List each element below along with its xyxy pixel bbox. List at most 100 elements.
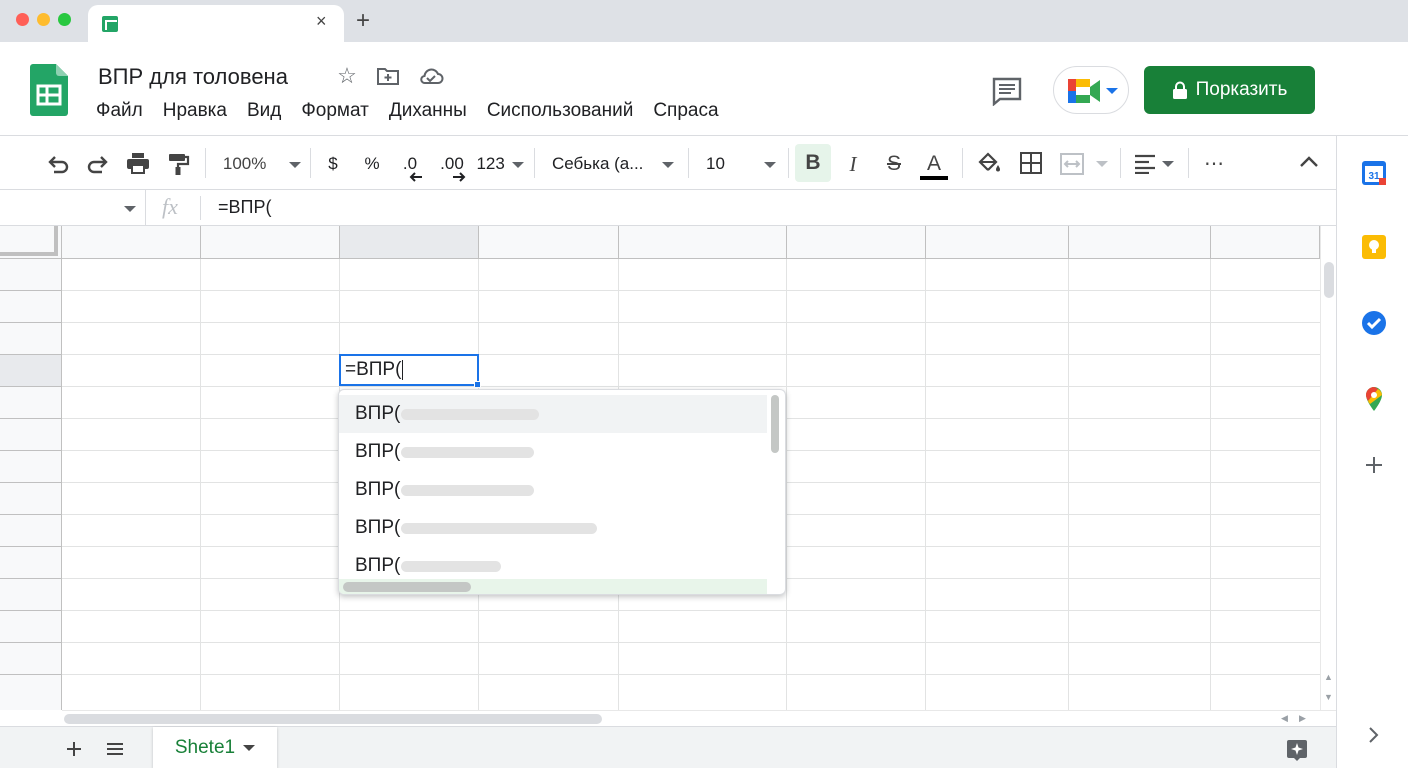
row-header[interactable] [0,611,62,643]
increase-decimal-button[interactable]: .00 [436,150,468,182]
suggestion-label: ВПР( [355,441,401,462]
add-sheet-icon[interactable] [66,741,82,757]
tab-close-icon[interactable]: × [316,11,327,32]
menu-format[interactable]: Формат [301,100,369,122]
row-header[interactable] [0,547,62,579]
sheets-favicon-icon [102,16,118,32]
menu-edit[interactable]: Нравка [163,100,227,122]
explore-icon[interactable] [1286,739,1308,761]
meet-button[interactable] [1053,66,1129,114]
name-box[interactable] [0,190,146,226]
merge-cells-button[interactable] [1060,150,1112,178]
window-minimize-button[interactable] [37,13,50,26]
menu-view[interactable]: Вид [247,100,281,122]
active-cell[interactable]: =ВПР( [339,354,479,386]
column-header[interactable] [201,226,340,259]
comments-icon[interactable] [990,76,1024,106]
more-options-button[interactable]: ⋯ [1200,150,1228,178]
calendar-icon[interactable]: 31 [1361,160,1387,186]
star-icon[interactable]: ☆ [335,64,359,88]
row-header[interactable] [0,579,62,611]
row-header[interactable] [0,675,62,710]
dropdown-vscroll-thumb[interactable] [771,395,779,453]
document-title[interactable]: ВПР для толовена [98,64,288,90]
font-family-select[interactable]: Себька (а... [552,150,678,178]
column-header[interactable] [1211,226,1320,259]
maps-icon[interactable] [1361,386,1387,412]
row-header[interactable] [0,483,62,515]
column-header[interactable] [62,226,201,259]
column-header[interactable] [1069,226,1211,259]
collapse-chevron-up-icon[interactable] [1298,154,1320,170]
row-header-selected[interactable] [0,355,62,387]
strikethrough-button[interactable]: S [881,150,907,178]
row-header[interactable] [0,515,62,547]
align-select[interactable] [1134,150,1178,178]
row-header[interactable] [0,451,62,483]
fill-color-icon[interactable] [976,151,1002,175]
column-header[interactable] [479,226,619,259]
sheets-logo-icon[interactable] [30,64,68,116]
fill-handle[interactable] [474,381,481,388]
cloud-saved-icon[interactable] [418,64,444,88]
font-size-select[interactable]: 10 [706,150,782,178]
menu-help[interactable]: Спраса [653,100,718,122]
chevron-down-icon [511,161,524,168]
menu-tools[interactable]: Сиспользований [487,100,634,122]
percent-format-button[interactable]: % [360,150,384,178]
print-icon[interactable] [126,152,150,174]
all-sheets-list-icon[interactable] [106,742,124,756]
vertical-scrollbar[interactable]: ▲ ▼ [1320,226,1336,710]
row-header[interactable] [0,259,62,291]
browser-tab[interactable]: × [88,5,344,43]
tasks-icon[interactable] [1361,310,1387,336]
move-folder-icon[interactable] [376,64,400,88]
bold-button[interactable]: B [795,144,831,182]
scroll-left-arrow-icon[interactable]: ◀ [1281,713,1288,724]
undo-icon[interactable] [46,154,70,174]
row-header[interactable] [0,387,62,419]
share-button[interactable]: Порказить [1144,66,1315,114]
column-header[interactable] [619,226,787,259]
row-header[interactable] [0,291,62,323]
italic-button[interactable]: I [840,150,866,178]
sheet-tab[interactable]: Shete1 [153,727,277,768]
decrease-decimal-button[interactable]: .0 [397,150,423,182]
suggestion-item[interactable]: ВПР( [339,395,767,433]
dropdown-hscroll-thumb[interactable] [343,582,471,592]
currency-format-button[interactable]: $ [322,150,344,178]
scroll-up-arrow-icon[interactable]: ▲ [1324,672,1333,682]
scroll-right-arrow-icon[interactable]: ▶ [1299,713,1306,724]
borders-icon[interactable] [1020,152,1042,174]
row-header[interactable] [0,419,62,451]
text-color-button[interactable]: A [918,150,950,180]
keep-icon[interactable] [1361,234,1387,260]
menu-file[interactable]: Файл [96,100,143,122]
zoom-select[interactable]: 100% [220,150,304,178]
merge-cells-icon [1060,153,1084,175]
number-format-select[interactable]: 123 [476,150,524,178]
suggestion-item[interactable]: ВПР( [339,433,767,471]
column-header[interactable] [926,226,1069,259]
menu-data[interactable]: Диханны [389,100,467,122]
scroll-down-arrow-icon[interactable]: ▼ [1324,692,1333,702]
row-header[interactable] [0,643,62,675]
add-addon-icon[interactable] [1361,452,1387,478]
new-tab-button[interactable]: + [356,7,370,35]
horizontal-scroll-thumb[interactable] [64,714,602,724]
vertical-scroll-thumb[interactable] [1324,262,1334,298]
window-close-button[interactable] [16,13,29,26]
chevron-right-icon[interactable] [1367,726,1381,744]
suggestion-item[interactable]: ВПР( [339,471,767,509]
window-maximize-button[interactable] [58,13,71,26]
suggestion-item[interactable]: ВПР( [339,509,767,547]
select-all-corner[interactable] [0,226,62,259]
formula-input[interactable]: =ВПР( [218,197,271,218]
column-header-selected[interactable] [340,226,479,259]
column-header[interactable] [787,226,926,259]
row-header[interactable] [0,323,62,355]
horizontal-scrollbar[interactable]: ◀ ▶ [62,710,1336,726]
paint-format-icon[interactable] [166,152,190,176]
redo-icon[interactable] [86,154,110,174]
suggestion-label: ВПР( [355,555,401,576]
